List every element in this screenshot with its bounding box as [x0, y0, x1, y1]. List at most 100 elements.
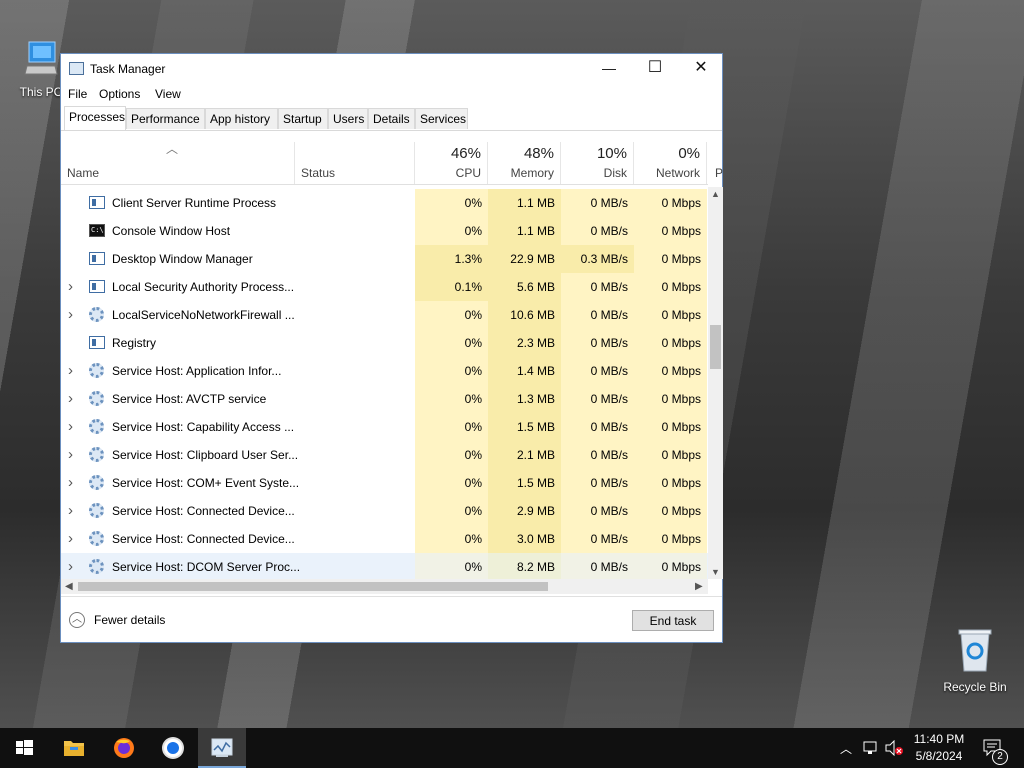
- expand-chevron-icon[interactable]: ›: [68, 447, 80, 462]
- expand-chevron-icon[interactable]: ›: [68, 475, 80, 490]
- scroll-right-icon[interactable]: ▶: [695, 579, 703, 594]
- taskbar-task-manager[interactable]: [198, 728, 246, 768]
- desktop-icon-label: Recycle Bin: [943, 680, 1007, 694]
- memory-total-percent: 48%: [523, 145, 554, 162]
- process-row[interactable]: › Service Host: Capability Access ... 0% 1.…: [61, 413, 708, 441]
- clock[interactable]: 11:40 PM 5/8/2024: [910, 728, 968, 768]
- process-disk-cell: 0 MB/s: [561, 469, 634, 497]
- process-row[interactable]: Desktop Window Manager 1.3% 22.9 MB 0.3 MB/…: [61, 245, 708, 273]
- chrome-icon: [162, 737, 184, 759]
- process-name: Service Host: Connected Device...: [112, 504, 295, 518]
- show-hidden-icons-icon[interactable]: ︿: [840, 740, 852, 757]
- vertical-scrollbar[interactable]: ▲ ▼: [708, 187, 723, 579]
- process-net-cell: 0 Mbps: [634, 301, 707, 329]
- vertical-scroll-thumb[interactable]: [710, 325, 721, 369]
- process-cpu-cell: 0%: [415, 217, 488, 245]
- horizontal-scrollbar[interactable]: ◀ ▶: [61, 579, 708, 594]
- action-center-button[interactable]: 2: [976, 728, 1016, 768]
- gear-icon: [89, 531, 104, 546]
- tab-users[interactable]: Users: [328, 108, 368, 129]
- column-name-label: Name: [67, 166, 100, 180]
- scroll-down-icon[interactable]: ▼: [708, 567, 723, 577]
- process-mem-cell: 1.1 MB: [488, 217, 561, 245]
- process-row[interactable]: Console Window Host 0%1.1 MB0 MB/s0 Mbps: [61, 217, 708, 245]
- process-row[interactable]: › Service Host: Application Infor... 0% 1.4…: [61, 357, 708, 385]
- process-cpu-cell: 0%: [415, 469, 488, 497]
- tab-performance[interactable]: Performance: [126, 108, 205, 129]
- process-cpu-cell: 0%: [415, 329, 488, 357]
- process-row[interactable]: › Service Host: Connected Device... 0% 2.9 …: [61, 497, 708, 525]
- expand-chevron-icon[interactable]: ›: [68, 503, 80, 518]
- scroll-up-icon[interactable]: ▲: [708, 189, 723, 199]
- column-disk[interactable]: 10% Disk: [561, 142, 634, 184]
- process-cpu-cell: 1.3%: [415, 245, 488, 273]
- minimize-button[interactable]: —: [586, 54, 632, 84]
- network-icon[interactable]: [862, 740, 880, 756]
- chevron-up-icon[interactable]: ︿: [69, 612, 85, 628]
- desktop-icon-recycle-bin[interactable]: Recycle Bin: [940, 627, 1010, 694]
- column-cpu-label: CPU: [455, 166, 481, 180]
- expand-chevron-icon[interactable]: ›: [68, 559, 80, 574]
- volume-muted-icon[interactable]: [884, 740, 904, 756]
- column-memory[interactable]: 48% Memory: [488, 142, 561, 184]
- process-row[interactable]: Registry 0% 2.3 MB 0 MB/s 0 Mbps: [61, 329, 708, 357]
- disk-total-percent: 10%: [596, 145, 627, 162]
- process-name: Registry: [112, 336, 157, 350]
- taskbar-chrome[interactable]: [149, 728, 197, 768]
- tab-processes[interactable]: Processes: [64, 106, 126, 130]
- recycle-bin-icon: [940, 627, 1010, 678]
- cmd-icon: [89, 224, 105, 237]
- process-row[interactable]: › LocalServiceNoNetworkFirewall ... 0% 10.6…: [61, 301, 708, 329]
- process-row[interactable]: › Service Host: Clipboard User Ser... 0% 2.…: [61, 441, 708, 469]
- process-disk-cell: 0 MB/s: [561, 329, 634, 357]
- column-network[interactable]: 0% Network: [634, 142, 707, 184]
- process-name: LocalServiceNoNetworkFirewall ...: [112, 308, 295, 322]
- process-mem-cell: 2.3 MB: [488, 329, 561, 357]
- end-task-button[interactable]: End task: [632, 610, 714, 631]
- column-status[interactable]: Status: [295, 142, 415, 184]
- tab-services[interactable]: Services: [415, 108, 468, 129]
- start-button[interactable]: [0, 728, 48, 768]
- process-name: Console Window Host: [112, 224, 231, 238]
- process-row[interactable]: › Service Host: COM+ Event Syste... 0% 1.5 …: [61, 469, 708, 497]
- scroll-left-icon[interactable]: ◀: [65, 579, 73, 594]
- process-net-cell: 0 Mbps: [634, 469, 707, 497]
- file-explorer-icon: [64, 741, 84, 756]
- title-bar[interactable]: Task Manager — ☐ ✕: [61, 54, 722, 84]
- taskbar-firefox[interactable]: [100, 728, 148, 768]
- process-net-cell: 0 Mbps: [634, 525, 707, 553]
- menu-options[interactable]: Options: [99, 87, 140, 101]
- menu-view[interactable]: View: [155, 87, 181, 101]
- close-button[interactable]: ✕: [678, 54, 724, 84]
- process-net-cell: 0 Mbps: [634, 413, 707, 441]
- column-power-partial[interactable]: P: [707, 142, 723, 184]
- expand-chevron-icon[interactable]: ›: [68, 307, 80, 322]
- firefox-icon: [114, 738, 134, 758]
- process-row[interactable]: › Service Host: DCOM Server Proc... 0% 8.2 …: [61, 553, 708, 579]
- clock-date: 5/8/2024: [915, 749, 963, 763]
- menu-file[interactable]: File: [68, 87, 87, 101]
- fewer-details-link[interactable]: Fewer details: [94, 613, 165, 627]
- process-mem-cell: 8.2 MB: [488, 553, 561, 579]
- expand-chevron-icon[interactable]: ›: [68, 419, 80, 434]
- task-manager-window: Task Manager — ☐ ✕ File Options View Pro…: [60, 53, 723, 643]
- task-manager-icon: [211, 738, 233, 757]
- expand-chevron-icon[interactable]: ›: [68, 363, 80, 378]
- maximize-button[interactable]: ☐: [632, 54, 678, 84]
- column-cpu[interactable]: 46% CPU: [415, 142, 488, 184]
- process-cpu-cell: 0%: [415, 357, 488, 385]
- column-name[interactable]: ︿ Name: [61, 142, 295, 184]
- tab-details[interactable]: Details: [368, 108, 415, 129]
- process-row[interactable]: › Service Host: AVCTP service 0% 1.3 MB 0 MB…: [61, 385, 708, 413]
- taskbar-file-explorer[interactable]: [50, 728, 98, 768]
- process-row[interactable]: › Service Host: Connected Device... 0% 3.0 …: [61, 525, 708, 553]
- tab-app-history[interactable]: App history: [205, 108, 278, 129]
- process-row[interactable]: › Local Security Authority Process... 0.1%…: [61, 273, 708, 301]
- app-icon: [89, 252, 105, 265]
- tab-startup[interactable]: Startup: [278, 108, 328, 129]
- expand-chevron-icon[interactable]: ›: [68, 279, 80, 294]
- horizontal-scroll-thumb[interactable]: [78, 582, 548, 591]
- process-row[interactable]: Client Server Runtime Process 0% 1.1 MB 0 M…: [61, 189, 708, 217]
- expand-chevron-icon[interactable]: ›: [68, 391, 80, 406]
- expand-chevron-icon[interactable]: ›: [68, 531, 80, 546]
